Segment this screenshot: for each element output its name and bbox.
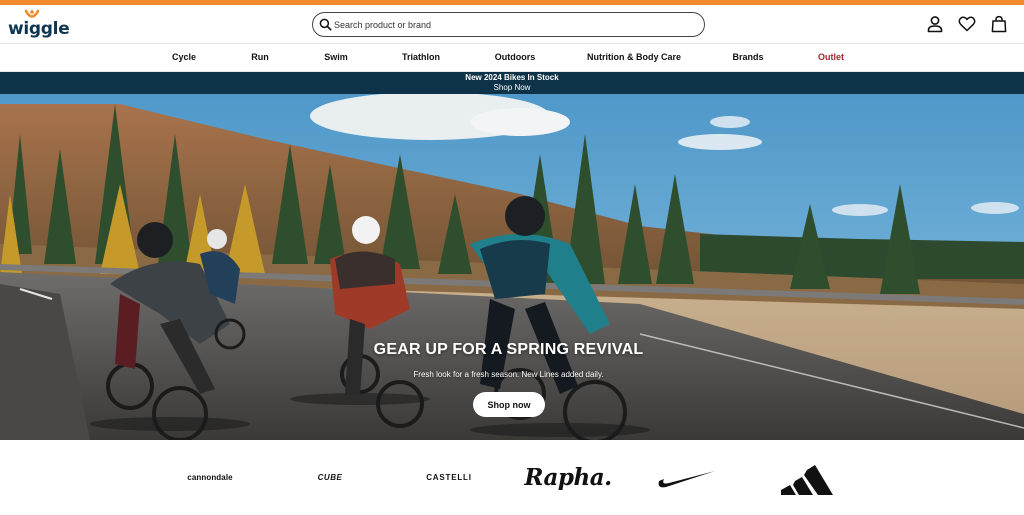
brand-logos-strip: cannondale CUBE CASTELLI Rapha. — [0, 440, 1024, 515]
logo-text: wiggle — [8, 19, 70, 39]
nav-item-brands[interactable]: Brands — [732, 52, 763, 62]
nav-item-outlet[interactable]: Outlet — [818, 52, 844, 62]
brand-nike[interactable] — [654, 440, 720, 515]
brand-cannondale-label: cannondale — [187, 473, 233, 482]
nav-item-swim[interactable]: Swim — [324, 52, 348, 62]
brand-castelli-label: CASTELLI — [426, 473, 472, 482]
hero-banner: GEAR UP FOR A SPRING REVIVAL Fresh look … — [0, 94, 1024, 440]
hero-title: GEAR UP FOR A SPRING REVIVAL — [373, 341, 644, 358]
promo-title: New 2024 Bikes In Stock — [465, 73, 559, 82]
brand-castelli[interactable]: CASTELLI — [410, 440, 488, 515]
brand-rapha[interactable]: Rapha. — [524, 440, 612, 515]
brand-adidas[interactable] — [774, 440, 840, 515]
brand-cube-label: CUBE — [317, 473, 343, 482]
search-icon[interactable] — [319, 18, 332, 31]
site-header: wiggle — [0, 5, 1024, 43]
search-bar[interactable] — [312, 12, 705, 37]
promo-shop-now-link[interactable]: Shop Now — [0, 83, 1024, 93]
hero-subtitle: Fresh look for a fresh season. New Lines… — [413, 370, 604, 379]
nav-item-cycle[interactable]: Cycle — [172, 52, 196, 62]
user-icon[interactable] — [926, 15, 944, 33]
nike-swoosh-icon — [658, 470, 715, 487]
promo-banner[interactable]: New 2024 Bikes In Stock Shop Now — [0, 72, 1024, 94]
nav-item-outdoors[interactable]: Outdoors — [495, 52, 536, 62]
main-navigation: Cycle Run Swim Triathlon Outdoors Nutrit… — [0, 43, 1024, 72]
wiggle-logo[interactable]: wiggle — [8, 9, 70, 41]
search-input[interactable] — [334, 16, 694, 33]
hero-image — [0, 94, 1024, 440]
shop-now-button[interactable]: Shop now — [473, 392, 545, 417]
brand-cannondale[interactable]: cannondale — [170, 440, 250, 515]
shopping-bag-icon[interactable] — [990, 15, 1008, 33]
heart-icon[interactable] — [958, 15, 976, 33]
nav-item-triathlon[interactable]: Triathlon — [402, 52, 440, 62]
nav-item-nutrition-body-care[interactable]: Nutrition & Body Care — [587, 52, 681, 62]
adidas-stripes-icon — [781, 464, 833, 495]
brand-cube[interactable]: CUBE — [295, 440, 365, 515]
brand-rapha-label: Rapha. — [524, 464, 612, 491]
nav-item-run[interactable]: Run — [251, 52, 269, 62]
